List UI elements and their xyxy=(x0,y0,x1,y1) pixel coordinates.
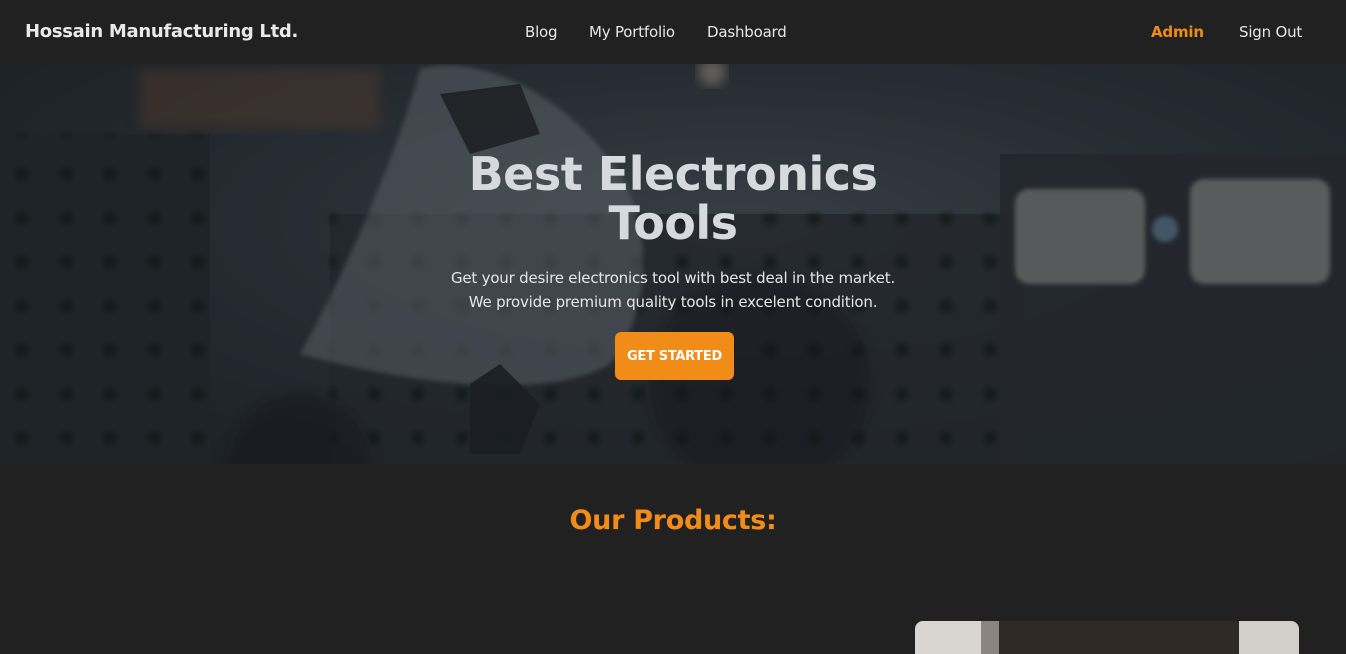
hero-dark-overlay xyxy=(0,64,1346,464)
hero-subtitle: Get your desire electronics tool with be… xyxy=(0,266,1346,314)
products-section-heading: Our Products: xyxy=(569,505,777,536)
product-card[interactable] xyxy=(915,621,1299,654)
sign-out-button[interactable]: Sign Out xyxy=(1239,23,1302,41)
hero-title: Best Electronics Tools xyxy=(0,150,1346,248)
nav-link-admin[interactable]: Admin xyxy=(1151,23,1204,41)
hero-subtitle-line-1: Get your desire electronics tool with be… xyxy=(450,269,896,287)
hero-title-line-1: Best Electronics xyxy=(468,147,878,201)
top-navbar: Hossain Manufacturing Ltd. Blog My Portf… xyxy=(0,0,1346,64)
hero-banner: Best Electronics Tools Get your desire e… xyxy=(0,64,1346,464)
hero-title-line-2: Tools xyxy=(608,196,738,250)
brand-logo-text[interactable]: Hossain Manufacturing Ltd. xyxy=(25,21,298,42)
nav-link-blog[interactable]: Blog xyxy=(525,23,558,41)
get-started-button[interactable]: GET STARTED xyxy=(615,332,734,380)
hero-subtitle-line-2: We provide premium quality tools in exce… xyxy=(468,293,878,311)
nav-link-dashboard[interactable]: Dashboard xyxy=(707,23,787,41)
product-card-image xyxy=(915,621,1299,654)
nav-link-my-portfolio[interactable]: My Portfolio xyxy=(589,23,675,41)
